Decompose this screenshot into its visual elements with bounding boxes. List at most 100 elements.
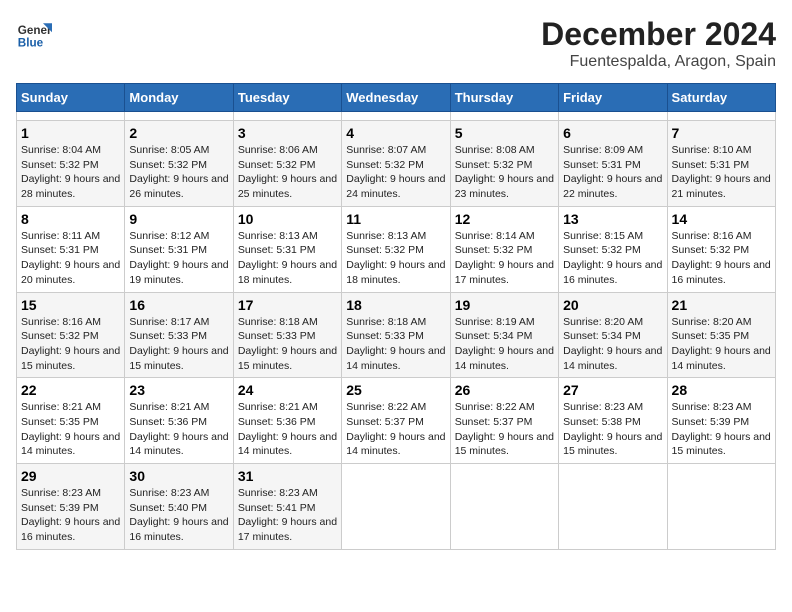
calendar-cell: 17 Sunrise: 8:18 AMSunset: 5:33 PMDayligh… <box>233 292 341 378</box>
calendar-cell: 25 Sunrise: 8:22 AMSunset: 5:37 PMDayligh… <box>342 378 450 464</box>
day-number: 1 <box>21 125 120 141</box>
calendar-cell <box>450 464 558 550</box>
calendar-cell: 2 Sunrise: 8:05 AMSunset: 5:32 PMDaylight… <box>125 121 233 207</box>
calendar-cell <box>667 464 775 550</box>
day-number: 2 <box>129 125 228 141</box>
day-number: 22 <box>21 382 120 398</box>
calendar-cell: 14 Sunrise: 8:16 AMSunset: 5:32 PMDayligh… <box>667 206 775 292</box>
col-header-tuesday: Tuesday <box>233 84 341 112</box>
day-number: 14 <box>672 211 771 227</box>
calendar-cell: 12Sunrise: 8:14 AMSunset: 5:32 PMDayligh… <box>450 206 558 292</box>
day-detail: Sunrise: 8:13 AMSunset: 5:32 PMDaylight:… <box>346 229 445 288</box>
day-number: 28 <box>672 382 771 398</box>
day-detail: Sunrise: 8:20 AMSunset: 5:35 PMDaylight:… <box>672 315 771 374</box>
day-detail: Sunrise: 8:13 AMSunset: 5:31 PMDaylight:… <box>238 229 337 288</box>
day-number: 30 <box>129 468 228 484</box>
calendar-cell <box>17 112 125 121</box>
day-number: 6 <box>563 125 662 141</box>
calendar-cell: 6 Sunrise: 8:09 AMSunset: 5:31 PMDaylight… <box>559 121 667 207</box>
day-number: 19 <box>455 297 554 313</box>
calendar-cell <box>342 464 450 550</box>
day-detail: Sunrise: 8:23 AMSunset: 5:41 PMDaylight:… <box>238 486 337 545</box>
calendar-cell: 22 Sunrise: 8:21 AMSunset: 5:35 PMDayligh… <box>17 378 125 464</box>
day-detail: Sunrise: 8:04 AMSunset: 5:32 PMDaylight:… <box>21 143 120 202</box>
day-number: 25 <box>346 382 445 398</box>
day-number: 21 <box>672 297 771 313</box>
svg-text:Blue: Blue <box>18 37 44 50</box>
day-detail: Sunrise: 8:20 AMSunset: 5:34 PMDaylight:… <box>563 315 662 374</box>
day-number: 9 <box>129 211 228 227</box>
calendar-cell: 31 Sunrise: 8:23 AMSunset: 5:41 PMDayligh… <box>233 464 341 550</box>
title-block: December 2024 Fuentespalda, Aragon, Spai… <box>541 16 776 71</box>
day-detail: Sunrise: 8:23 AMSunset: 5:38 PMDaylight:… <box>563 400 662 459</box>
calendar-cell: 8 Sunrise: 8:11 AMSunset: 5:31 PMDaylight… <box>17 206 125 292</box>
calendar-table: SundayMondayTuesdayWednesdayThursdayFrid… <box>16 83 776 550</box>
day-number: 23 <box>129 382 228 398</box>
day-detail: Sunrise: 8:06 AMSunset: 5:32 PMDaylight:… <box>238 143 337 202</box>
day-detail: Sunrise: 8:23 AMSunset: 5:39 PMDaylight:… <box>672 400 771 459</box>
day-detail: Sunrise: 8:21 AMSunset: 5:36 PMDaylight:… <box>129 400 228 459</box>
calendar-cell <box>559 112 667 121</box>
calendar-cell: 13 Sunrise: 8:15 AMSunset: 5:32 PMDayligh… <box>559 206 667 292</box>
day-number: 31 <box>238 468 337 484</box>
calendar-cell: 5 Sunrise: 8:08 AMSunset: 5:32 PMDaylight… <box>450 121 558 207</box>
calendar-cell: 28 Sunrise: 8:23 AMSunset: 5:39 PMDayligh… <box>667 378 775 464</box>
calendar-cell: 21 Sunrise: 8:20 AMSunset: 5:35 PMDayligh… <box>667 292 775 378</box>
day-detail: Sunrise: 8:09 AMSunset: 5:31 PMDaylight:… <box>563 143 662 202</box>
calendar-cell: 23 Sunrise: 8:21 AMSunset: 5:36 PMDayligh… <box>125 378 233 464</box>
day-detail: Sunrise: 8:17 AMSunset: 5:33 PMDaylight:… <box>129 315 228 374</box>
calendar-cell: 26 Sunrise: 8:22 AMSunset: 5:37 PMDayligh… <box>450 378 558 464</box>
day-number: 7 <box>672 125 771 141</box>
day-detail: Sunrise: 8:15 AMSunset: 5:32 PMDaylight:… <box>563 229 662 288</box>
day-number: 26 <box>455 382 554 398</box>
day-number: 8 <box>21 211 120 227</box>
day-detail: Sunrise: 8:12 AMSunset: 5:31 PMDaylight:… <box>129 229 228 288</box>
calendar-cell: 11Sunrise: 8:13 AMSunset: 5:32 PMDayligh… <box>342 206 450 292</box>
calendar-cell: 15Sunrise: 8:16 AMSunset: 5:32 PMDayligh… <box>17 292 125 378</box>
calendar-cell: 18 Sunrise: 8:18 AMSunset: 5:33 PMDayligh… <box>342 292 450 378</box>
calendar-cell: 4 Sunrise: 8:07 AMSunset: 5:32 PMDaylight… <box>342 121 450 207</box>
day-detail: Sunrise: 8:22 AMSunset: 5:37 PMDaylight:… <box>455 400 554 459</box>
day-detail: Sunrise: 8:21 AMSunset: 5:35 PMDaylight:… <box>21 400 120 459</box>
calendar-cell <box>342 112 450 121</box>
day-detail: Sunrise: 8:11 AMSunset: 5:31 PMDaylight:… <box>21 229 120 288</box>
day-number: 4 <box>346 125 445 141</box>
header: General Blue December 2024 Fuentespalda,… <box>16 16 776 71</box>
calendar-cell <box>233 112 341 121</box>
day-number: 13 <box>563 211 662 227</box>
col-header-sunday: Sunday <box>17 84 125 112</box>
day-number: 17 <box>238 297 337 313</box>
day-detail: Sunrise: 8:16 AMSunset: 5:32 PMDaylight:… <box>21 315 120 374</box>
day-detail: Sunrise: 8:08 AMSunset: 5:32 PMDaylight:… <box>455 143 554 202</box>
calendar-cell: 27Sunrise: 8:23 AMSunset: 5:38 PMDayligh… <box>559 378 667 464</box>
day-number: 18 <box>346 297 445 313</box>
calendar-cell <box>125 112 233 121</box>
page-subtitle: Fuentespalda, Aragon, Spain <box>541 53 776 71</box>
calendar-cell: 7 Sunrise: 8:10 AMSunset: 5:31 PMDaylight… <box>667 121 775 207</box>
calendar-cell: 30 Sunrise: 8:23 AMSunset: 5:40 PMDayligh… <box>125 464 233 550</box>
day-number: 10 <box>238 211 337 227</box>
calendar-cell: 20 Sunrise: 8:20 AMSunset: 5:34 PMDayligh… <box>559 292 667 378</box>
col-header-thursday: Thursday <box>450 84 558 112</box>
day-detail: Sunrise: 8:22 AMSunset: 5:37 PMDaylight:… <box>346 400 445 459</box>
day-detail: Sunrise: 8:16 AMSunset: 5:32 PMDaylight:… <box>672 229 771 288</box>
calendar-cell: 24 Sunrise: 8:21 AMSunset: 5:36 PMDayligh… <box>233 378 341 464</box>
col-header-saturday: Saturday <box>667 84 775 112</box>
day-number: 24 <box>238 382 337 398</box>
day-detail: Sunrise: 8:18 AMSunset: 5:33 PMDaylight:… <box>346 315 445 374</box>
day-detail: Sunrise: 8:21 AMSunset: 5:36 PMDaylight:… <box>238 400 337 459</box>
day-number: 20 <box>563 297 662 313</box>
calendar-cell: 29Sunrise: 8:23 AMSunset: 5:39 PMDayligh… <box>17 464 125 550</box>
calendar-cell: 3Sunrise: 8:06 AMSunset: 5:32 PMDaylight… <box>233 121 341 207</box>
day-detail: Sunrise: 8:23 AMSunset: 5:40 PMDaylight:… <box>129 486 228 545</box>
calendar-cell: 1 Sunrise: 8:04 AMSunset: 5:32 PMDaylight… <box>17 121 125 207</box>
day-detail: Sunrise: 8:18 AMSunset: 5:33 PMDaylight:… <box>238 315 337 374</box>
day-detail: Sunrise: 8:05 AMSunset: 5:32 PMDaylight:… <box>129 143 228 202</box>
calendar-cell: 19Sunrise: 8:19 AMSunset: 5:34 PMDayligh… <box>450 292 558 378</box>
day-number: 12 <box>455 211 554 227</box>
day-number: 5 <box>455 125 554 141</box>
col-header-monday: Monday <box>125 84 233 112</box>
day-detail: Sunrise: 8:23 AMSunset: 5:39 PMDaylight:… <box>21 486 120 545</box>
day-detail: Sunrise: 8:10 AMSunset: 5:31 PMDaylight:… <box>672 143 771 202</box>
day-detail: Sunrise: 8:07 AMSunset: 5:32 PMDaylight:… <box>346 143 445 202</box>
